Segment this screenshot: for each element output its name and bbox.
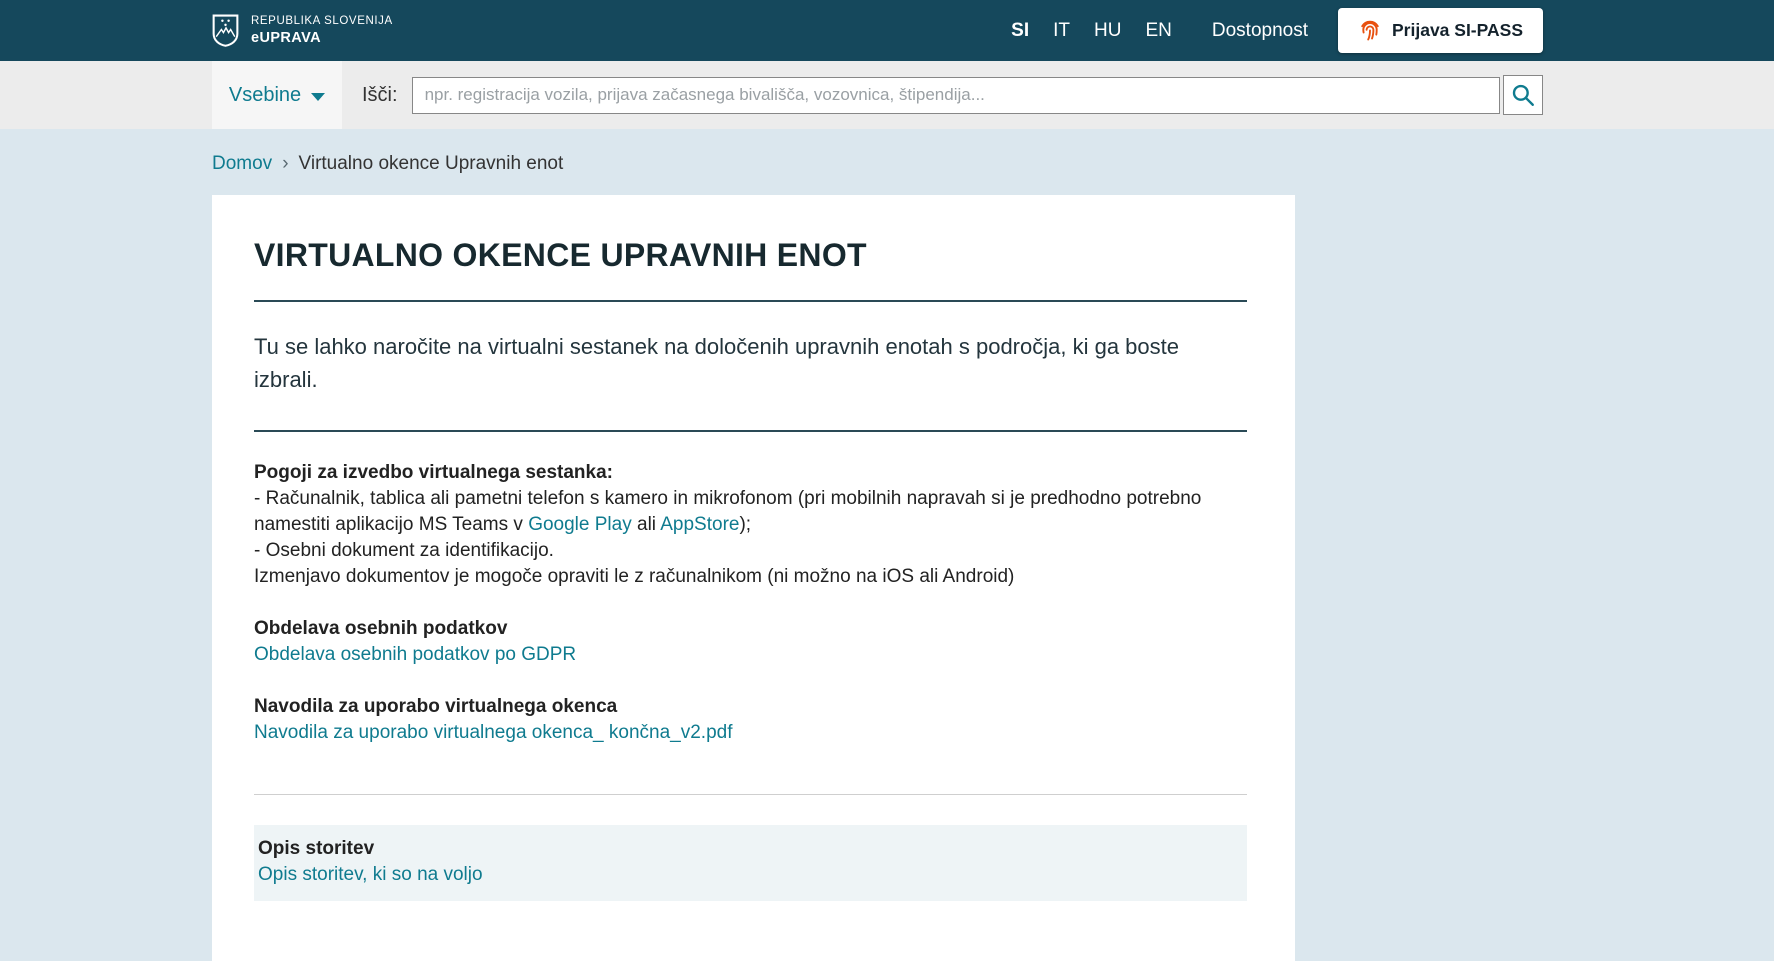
breadcrumb-current: Virtualno okence Upravnih enot [298, 153, 564, 174]
search-button[interactable] [1503, 75, 1543, 115]
conditions-line-3: Izmenjavo dokumentov je mogoče opraviti … [254, 566, 1015, 587]
chevron-down-icon [311, 92, 326, 101]
divider-light [254, 794, 1247, 795]
breadcrumb-separator: › [282, 153, 289, 174]
conditions-line-2: - Osebni dokument za identifikacijo. [254, 540, 554, 561]
conditions-heading: Pogoji za izvedbo virtualnega sestanka: [254, 462, 613, 483]
language-switcher: SI IT HU EN [1011, 20, 1172, 42]
gdpr-heading: Obdelava osebnih podatkov [254, 618, 508, 639]
lead-paragraph: Tu se lahko naročite na virtualni sestan… [254, 334, 1179, 392]
search-icon [1510, 82, 1536, 108]
content-card: VIRTUALNO OKENCE UPRAVNIH ENOT Tu se lah… [212, 195, 1295, 961]
divider-dark-lead [254, 430, 1247, 432]
page-title: VIRTUALNO OKENCE UPRAVNIH ENOT [254, 237, 867, 273]
gdpr-link[interactable]: Obdelava osebnih podatkov po GDPR [254, 644, 576, 665]
google-play-link[interactable]: Google Play [528, 514, 632, 535]
lang-hu[interactable]: HU [1094, 20, 1121, 41]
services-heading: Opis storitev [258, 838, 375, 859]
sipass-login-label: Prijava SI-PASS [1392, 20, 1523, 40]
instructions-pdf-link[interactable]: Navodila za uporabo virtualnega okenca_ … [254, 722, 733, 743]
services-section: Opis storitev Opis storitev, ki so na vo… [254, 825, 1247, 901]
sipass-login-button[interactable]: Prijava SI-PASS [1338, 8, 1543, 53]
appstore-link[interactable]: AppStore [660, 514, 739, 535]
instructions-section: Navodila za uporabo virtualnega okenca N… [254, 694, 1247, 746]
lang-it[interactable]: IT [1053, 20, 1070, 41]
logo-republic-label: REPUBLIKA SLOVENIJA [251, 15, 393, 28]
breadcrumb: Domov › Virtualno okence Upravnih enot [212, 153, 1543, 175]
logo-brand-label: eUPRAVA [251, 29, 321, 46]
slovenia-coat-of-arms-icon [212, 14, 239, 47]
contents-dropdown-label: Vsebine [228, 83, 302, 106]
search-input[interactable] [411, 76, 1500, 114]
conditions-line-1: - Računalnik, tablica ali pametni telefo… [254, 486, 1247, 538]
gdpr-section: Obdelava osebnih podatkov Obdelava osebn… [254, 616, 1247, 668]
conditions-line1-mid: ali [631, 514, 661, 535]
services-link[interactable]: Opis storitev, ki so na voljo [258, 864, 483, 885]
fingerprint-icon [1358, 19, 1382, 43]
logo-text: REPUBLIKA SLOVENIJA eUPRAVA [251, 14, 393, 47]
euprava-logo[interactable]: REPUBLIKA SLOVENIJA eUPRAVA [212, 14, 393, 47]
lang-en[interactable]: EN [1145, 20, 1171, 41]
divider-dark-top [254, 300, 1247, 302]
instructions-heading: Navodila za uporabo virtualnega okenca [254, 696, 618, 717]
breadcrumb-home-link[interactable]: Domov [212, 153, 272, 175]
top-header: REPUBLIKA SLOVENIJA eUPRAVA SI IT HU EN … [0, 0, 1774, 61]
conditions-section: Pogoji za izvedbo virtualnega sestanka: … [254, 460, 1247, 590]
header-nav: SI IT HU EN Dostopnost Prijava SI-PASS [1011, 8, 1543, 53]
search-band: Vsebine Išči: [0, 61, 1774, 129]
contents-dropdown[interactable]: Vsebine [212, 61, 342, 129]
lang-si[interactable]: SI [1011, 20, 1029, 41]
conditions-line1-suffix: ); [739, 514, 752, 535]
search-label: Išči: [362, 83, 398, 106]
accessibility-link[interactable]: Dostopnost [1212, 20, 1308, 42]
